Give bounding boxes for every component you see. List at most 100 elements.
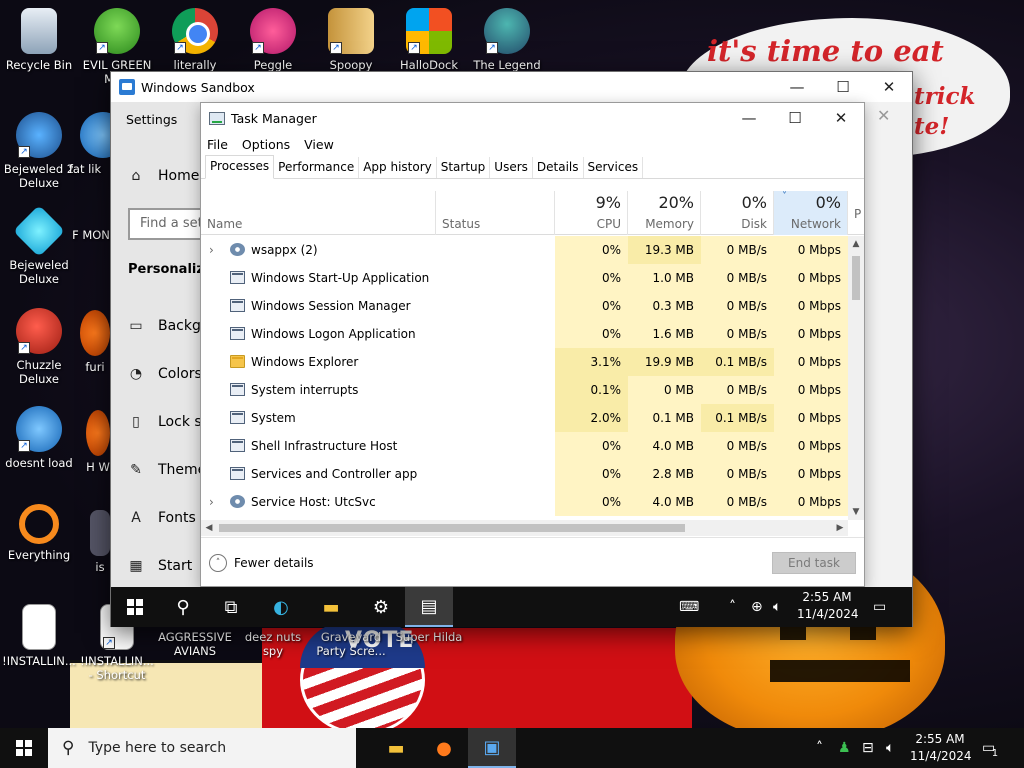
column-power-partial[interactable]: P: [848, 191, 864, 235]
windows-sandbox-window[interactable]: Windows Sandbox — ☐ ✕ Settings ⌂ Home Fi…: [110, 71, 913, 627]
desktop-icon-partial-h[interactable]: H W: [86, 410, 110, 474]
column-memory[interactable]: 20% Memory: [628, 191, 701, 235]
expand-chevron-icon[interactable]: ›: [209, 236, 214, 264]
menu-file[interactable]: File: [207, 137, 228, 152]
column-name[interactable]: Name: [201, 191, 436, 235]
sandbox-task-view-button[interactable]: ⧉: [207, 587, 255, 627]
notification-center-button[interactable]: ▭ 1: [982, 728, 1006, 768]
sandbox-edge-button[interactable]: ◐: [257, 587, 305, 627]
scroll-thumb[interactable]: [852, 256, 860, 300]
settings-item-colors[interactable]: ◔ Colors: [128, 366, 202, 382]
table-row[interactable]: › wsappx (2) 0% 19.3 MB 0 MB/s 0 Mbps: [201, 236, 848, 264]
task-manager-titlebar[interactable]: Task Manager — ☐ ✕: [201, 103, 864, 133]
taskbar-firefox-button[interactable]: ●: [420, 728, 468, 768]
service-gear-icon: [230, 495, 245, 508]
tab-users[interactable]: Users: [490, 157, 533, 178]
process-net-cell: 0 Mbps: [774, 264, 848, 292]
desktop-icon-chuzzle[interactable]: ↗ Chuzzle Deluxe: [0, 308, 78, 386]
tm-maximize-button[interactable]: ☐: [772, 103, 818, 133]
sandbox-taskmanager-button[interactable]: ▤: [405, 587, 453, 627]
fewer-details-button[interactable]: ˄ Fewer details: [209, 554, 314, 572]
process-vertical-scrollbar[interactable]: ▲ ▼: [848, 236, 864, 520]
process-disk-cell: 0 MB/s: [701, 264, 774, 292]
desktop-icon-installing[interactable]: !INSTALLIN...: [0, 604, 78, 668]
scroll-right-icon[interactable]: ▶: [832, 520, 848, 536]
scroll-up-icon[interactable]: ▲: [848, 236, 864, 252]
sandbox-maximize-button[interactable]: ☐: [820, 72, 866, 102]
desktop-icon-partial-is[interactable]: is: [90, 510, 110, 574]
taskbar-clock[interactable]: 2:55 AM 11/4/2024: [910, 731, 972, 765]
tab-processes[interactable]: Processes: [205, 155, 275, 179]
table-row[interactable]: Services and Controller app 0% 2.8 MB 0 MB/…: [201, 460, 848, 488]
table-row[interactable]: System 2.0% 0.1 MB 0.1 MB/s 0 Mbps: [201, 404, 848, 432]
desktop-icon-recycle-bin[interactable]: Recycle Bin: [0, 8, 78, 72]
settings-home-link[interactable]: ⌂ Home: [128, 168, 200, 184]
start-button[interactable]: [0, 728, 48, 768]
sandbox-minimize-button[interactable]: —: [774, 72, 820, 102]
desktop-icon-doesnt-load[interactable]: ↗ doesnt load: [0, 406, 78, 470]
taskbar-sandbox-button[interactable]: ▣: [468, 728, 516, 768]
sandbox-search-button[interactable]: ⚲: [159, 587, 207, 627]
expand-chevron-icon[interactable]: ›: [209, 488, 214, 516]
tab-startup[interactable]: Startup: [437, 157, 491, 178]
tab-app-history[interactable]: App history: [359, 157, 437, 178]
table-row[interactable]: › Service Host: UtcSvc 0% 4.0 MB 0 MB/s 0 Mbp…: [201, 488, 848, 516]
process-name: Windows Start-Up Application: [251, 271, 430, 285]
menu-view[interactable]: View: [304, 137, 334, 152]
table-row[interactable]: Windows Logon Application 0% 1.6 MB 0 MB/s 0…: [201, 320, 848, 348]
network-icon[interactable]: ⊟: [862, 728, 874, 768]
column-network[interactable]: ˅ 0% Network: [774, 191, 848, 235]
table-row[interactable]: System interrupts 0.1% 0 MB 0 MB/s 0 Mbps: [201, 376, 848, 404]
sandbox-titlebar[interactable]: Windows Sandbox — ☐ ✕: [111, 72, 912, 102]
notification-icon[interactable]: ▭: [873, 587, 886, 627]
keyboard-icon[interactable]: ⌨: [679, 587, 699, 627]
tm-minimize-button[interactable]: —: [726, 103, 772, 133]
desktop-icon-partial-f[interactable]: F MON: [72, 228, 110, 242]
tab-services[interactable]: Services: [584, 157, 644, 178]
home-icon: ⌂: [131, 168, 141, 184]
task-manager-window[interactable]: Task Manager — ☐ ✕ File Options View Pro…: [200, 102, 865, 587]
network-icon[interactable]: ⊕: [751, 587, 763, 627]
column-disk[interactable]: 0% Disk: [701, 191, 774, 235]
desktop-icon-firefox[interactable]: furi: [80, 310, 110, 374]
table-row[interactable]: Windows Explorer 3.1% 19.9 MB 0.1 MB/s 0 Mbp…: [201, 348, 848, 376]
column-cpu[interactable]: 9% CPU: [555, 191, 628, 235]
sandbox-start-button[interactable]: [111, 587, 159, 627]
sandbox-explorer-button[interactable]: ▬: [307, 587, 355, 627]
menu-options[interactable]: Options: [242, 137, 290, 152]
table-row[interactable]: Windows Start-Up Application 0% 1.0 MB 0 MB…: [201, 264, 848, 292]
sandbox-settings-button[interactable]: ⚙: [357, 587, 405, 627]
app-window-icon: [230, 467, 245, 480]
sandbox-clock[interactable]: 2:55 AM 11/4/2024: [797, 589, 859, 623]
column-status[interactable]: Status: [436, 191, 555, 235]
desktop-icon-bejeweled[interactable]: Bejeweled Deluxe: [0, 204, 78, 286]
taskbar-explorer-button[interactable]: ▬: [372, 728, 420, 768]
tm-close-button[interactable]: ✕: [818, 103, 864, 133]
taskbar-search-box[interactable]: ⚲ Type here to search: [48, 728, 356, 768]
chevron-up-icon[interactable]: ˄: [816, 728, 823, 768]
table-row[interactable]: Windows Session Manager 0% 0.3 MB 0 MB/s 0 M…: [201, 292, 848, 320]
tab-performance[interactable]: Performance: [274, 157, 360, 178]
people-icon[interactable]: ♟: [838, 728, 851, 768]
scroll-left-icon[interactable]: ◀: [201, 520, 217, 536]
desktop-icon-spoopy[interactable]: ↗ Spoopy: [312, 8, 390, 72]
sandbox-close-button[interactable]: ✕: [866, 72, 912, 102]
process-cpu-cell: 2.0%: [555, 404, 628, 432]
scroll-down-icon[interactable]: ▼: [848, 504, 864, 520]
desktop-icon-literally[interactable]: ↗ literally: [156, 8, 234, 72]
volume-icon[interactable]: 🔈︎: [886, 728, 894, 768]
scroll-thumb-horizontal[interactable]: [219, 524, 685, 532]
process-horizontal-scrollbar[interactable]: ◀ ▶: [201, 520, 848, 536]
end-task-button[interactable]: End task: [772, 552, 856, 574]
settings-item-fonts[interactable]: A Fonts: [128, 510, 196, 526]
desktop-icon-the-legend[interactable]: ↗ The Legend: [468, 8, 546, 72]
desktop-icon-hallodock[interactable]: ↗ HalloDock: [390, 8, 468, 72]
desktop-icon-everything[interactable]: Everything: [0, 504, 78, 562]
table-row[interactable]: Shell Infrastructure Host 0% 4.0 MB 0 MB/s 0…: [201, 432, 848, 460]
tab-details[interactable]: Details: [533, 157, 584, 178]
desktop-icon-fat[interactable]: fat lik: [60, 112, 110, 176]
volume-icon[interactable]: 🔈︎: [773, 587, 781, 627]
settings-item-start[interactable]: ▦ Start: [128, 558, 192, 574]
chevron-up-icon[interactable]: ˄: [729, 587, 736, 627]
settings-close-icon[interactable]: ✕: [877, 106, 890, 125]
